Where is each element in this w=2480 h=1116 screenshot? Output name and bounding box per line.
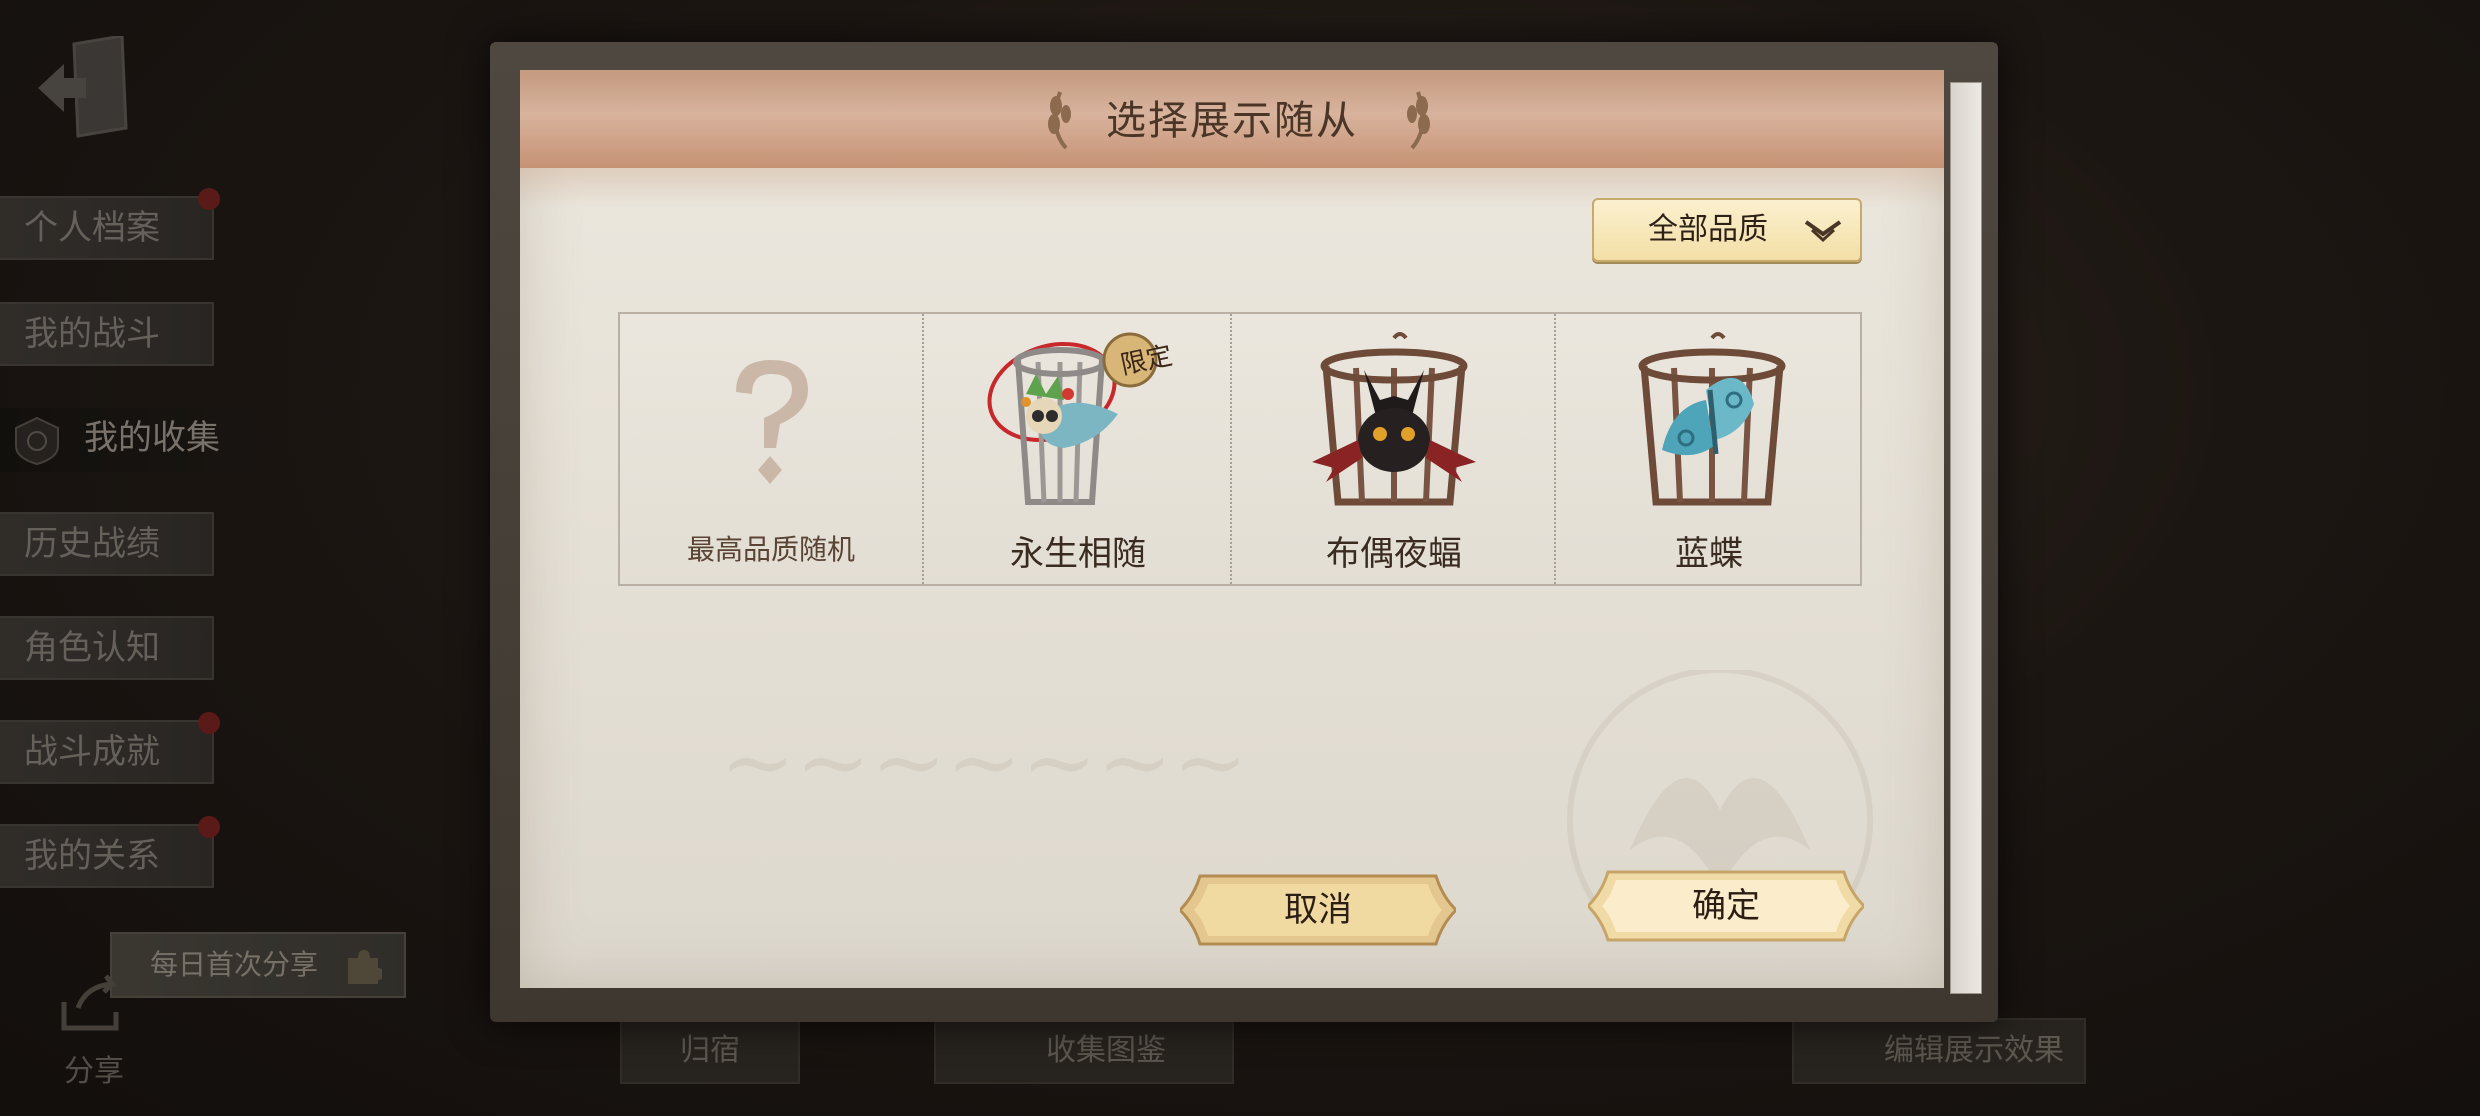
blue-butterfly-cage-icon (1638, 332, 1786, 506)
bat-doll-cage-icon (1312, 332, 1476, 506)
companion-option-bat-doll[interactable]: 布偶夜蝠 (1230, 314, 1556, 584)
companion-label: 布偶夜蝠 (1326, 534, 1462, 574)
companion-label: 永生相随 (1010, 534, 1146, 574)
dialog-title: 选择展示随从 (1106, 98, 1358, 144)
quality-filter-value: 全部品质 (1648, 212, 1768, 247)
paper-texture: ~~~~~~~ (720, 710, 1248, 815)
companion-label: 最高品质随机 (686, 533, 855, 566)
confirm-button[interactable]: 确定 (1588, 868, 1864, 944)
quality-filter-dropdown[interactable]: 全部品质 (1592, 198, 1862, 262)
cancel-button[interactable]: 取消 (1180, 872, 1456, 948)
companion-grid: 最高品质随机 限定 永生相随 布偶夜蝠 蓝蝶 (618, 312, 1862, 586)
confirm-button-label: 确定 (1692, 886, 1760, 926)
select-companion-dialog: ~~~~~~~ 选择展示随从 全部品质 最高品质随机 限定 永生相随 布偶夜蝠 … (520, 70, 1944, 988)
companion-option-blue-butterfly[interactable]: 蓝蝶 (1554, 314, 1862, 584)
chevron-down-icon (1804, 220, 1842, 243)
question-mark-icon (736, 360, 808, 484)
companion-option-eternal[interactable]: 限定 永生相随 (922, 314, 1232, 584)
companion-label: 蓝蝶 (1675, 534, 1743, 574)
cancel-button-label: 取消 (1284, 890, 1352, 930)
laurel-right-icon (1407, 91, 1430, 150)
dialog-back-page (1950, 82, 1982, 994)
companion-option-random[interactable]: 最高品质随机 (620, 314, 922, 584)
